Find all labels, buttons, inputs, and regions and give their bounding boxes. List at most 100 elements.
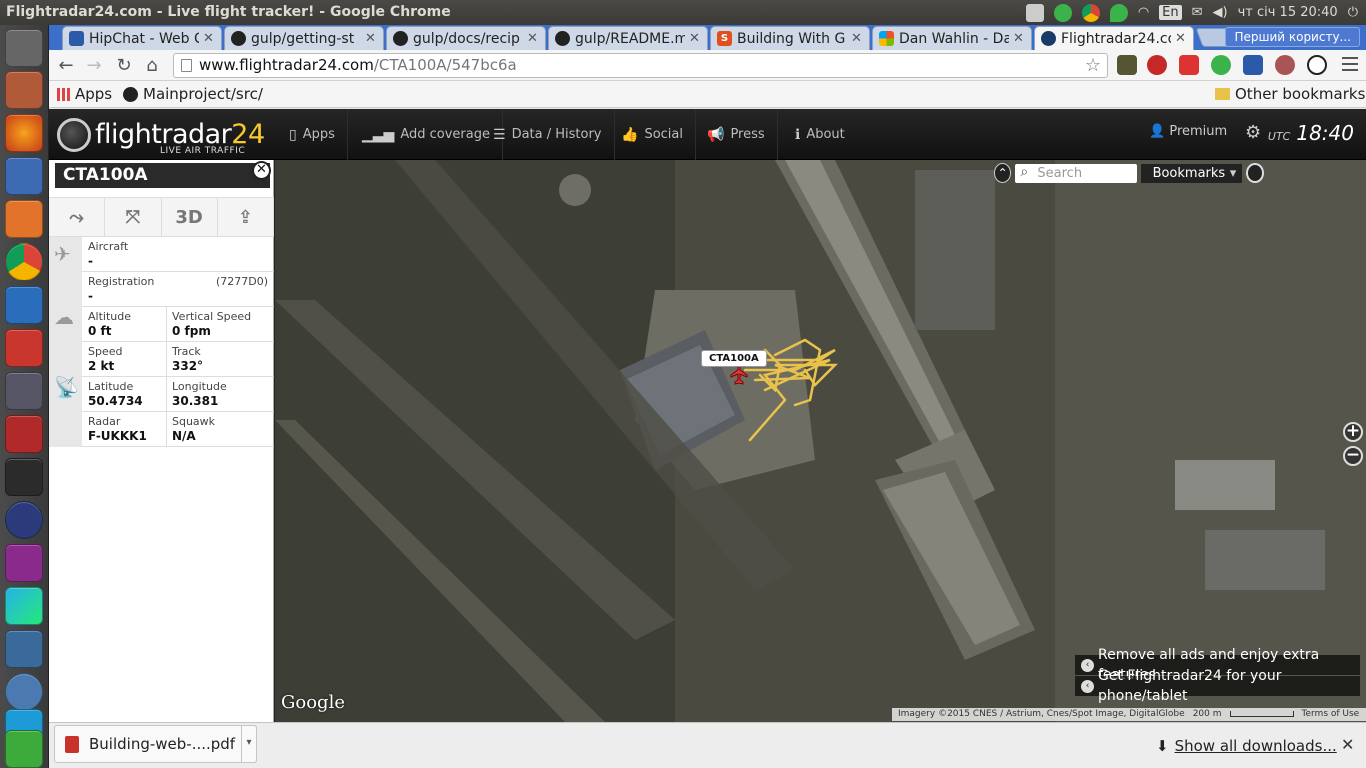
close-icon[interactable]: ✕	[1013, 31, 1027, 46]
extension-h-icon[interactable]	[1307, 55, 1327, 75]
keyboard-layout[interactable]: En	[1159, 5, 1182, 20]
tab-dan-wahlin[interactable]: Dan Wahlin - Da ✕	[872, 26, 1032, 50]
bookmark-mainproject[interactable]: Mainproject/src/	[123, 85, 263, 103]
tab-hipchat[interactable]: HipChat - Web C ✕	[62, 26, 222, 50]
maps-pin-icon[interactable]	[1109, 3, 1128, 22]
libreoffice-writer-icon[interactable]	[5, 286, 43, 324]
reload-button[interactable]: ↻	[113, 55, 135, 77]
altitude-label: Altitude	[88, 310, 131, 323]
clock-text[interactable]: чт січ 15 20:40	[1238, 5, 1338, 20]
get-app-banner[interactable]: ‹ Get Flightradar24 for your phone/tablet	[1075, 668, 1360, 704]
bookmark-star-icon[interactable]: ☆	[1085, 54, 1101, 77]
chevron-down-icon[interactable]: ▾	[241, 725, 257, 763]
system-monitor-icon[interactable]	[5, 630, 43, 668]
webstorm-icon[interactable]	[5, 587, 43, 625]
chrome-icon[interactable]	[5, 243, 43, 281]
history-clock-icon[interactable]	[1246, 163, 1264, 183]
aircraft-callsign-label[interactable]: CTA100A	[701, 350, 767, 367]
satellite-map[interactable]: CTA100A ⌃ Search Bookmarks + − ‹Remove a…	[275, 160, 1366, 722]
center-button[interactable]: ⤧	[105, 198, 162, 236]
gear-icon[interactable]: ⚙	[1245, 122, 1261, 143]
nav-label: Data / History	[511, 127, 602, 142]
extension-calendar-icon[interactable]	[1243, 55, 1263, 75]
close-icon[interactable]: ✕	[851, 31, 865, 46]
workspace-switcher-icon[interactable]	[5, 372, 43, 410]
mail-icon[interactable]: ✉	[1192, 5, 1203, 20]
extension-adblock-icon[interactable]	[1147, 55, 1167, 75]
firefox-icon[interactable]	[5, 114, 43, 152]
route-button[interactable]: ⤳	[49, 198, 106, 236]
map-search-bar: ⌃ Search Bookmarks	[994, 163, 1264, 183]
nav-label: Social	[644, 127, 683, 142]
software-center-icon[interactable]	[5, 200, 43, 238]
chrome-icon[interactable]	[1081, 3, 1100, 22]
keyboard-icon[interactable]	[1025, 3, 1044, 22]
chevron-left-icon: ‹	[1081, 679, 1094, 693]
tab-gulp-docs[interactable]: gulp/docs/recip ✕	[386, 26, 546, 50]
zoom-in-button[interactable]: +	[1343, 422, 1363, 442]
volume-icon[interactable]: ◀)	[1213, 5, 1228, 20]
quassel-icon[interactable]	[5, 673, 43, 711]
ubuntu-dash-icon[interactable]	[5, 29, 43, 67]
back-button[interactable]: ←	[55, 55, 77, 77]
home-button[interactable]: ⌂	[141, 55, 163, 77]
extension-cat-icon[interactable]	[1117, 55, 1137, 75]
nav-social[interactable]: 👍 Social	[609, 109, 696, 160]
close-icon[interactable]: ✕	[252, 161, 271, 180]
track-cell: Track 332°	[166, 342, 203, 376]
extension-icon[interactable]	[1275, 55, 1295, 75]
tab-building-with-gulp[interactable]: S Building With G ✕	[710, 26, 870, 50]
update-check-icon[interactable]	[1053, 3, 1072, 22]
search-input[interactable]: Search	[1015, 163, 1137, 183]
tab-flightradar24[interactable]: Flightradar24.co ✕	[1034, 26, 1194, 50]
chrome-menu-icon[interactable]	[1342, 57, 1358, 71]
address-bar[interactable]: www.flightradar24.com/CTA100A/547bc6a ☆	[173, 53, 1108, 78]
tab-gulp-readme[interactable]: gulp/README.m ✕	[548, 26, 708, 50]
wifi-icon[interactable]: ◠	[1138, 5, 1149, 20]
nav-press[interactable]: 📢 Press	[695, 109, 778, 160]
close-icon[interactable]: ✕	[1175, 31, 1189, 46]
app-icon-purple[interactable]	[5, 544, 43, 582]
chevron-up-icon[interactable]: ⌃	[994, 163, 1012, 183]
download-item[interactable]: Building-web-....pdf ▾	[54, 725, 257, 763]
thunderbird-icon[interactable]	[5, 157, 43, 195]
nav-about[interactable]: ℹ About	[783, 109, 857, 160]
close-icon[interactable]: ✕	[365, 31, 379, 46]
bookmark-other[interactable]: Other bookmarks	[1215, 85, 1365, 103]
fr24-logo[interactable]: flightradar24 LIVE AIR TRAFFIC	[57, 114, 265, 156]
vspeed-cell: Vertical Speed 0 fpm	[166, 307, 251, 341]
nav-data-history[interactable]: ☰ Data / History	[481, 109, 615, 160]
row-radar: Radar F-UKKK1 Squawk N/A	[82, 412, 274, 447]
close-icon[interactable]: ✕	[1341, 735, 1354, 754]
github-icon	[231, 31, 246, 46]
file-manager-icon[interactable]	[5, 71, 43, 109]
power-icon[interactable]: ⏻	[1348, 5, 1358, 20]
trash-icon[interactable]	[5, 730, 43, 768]
sd-card-icon[interactable]	[5, 415, 43, 453]
logo-text: flightradar24	[95, 121, 265, 149]
system-settings-icon[interactable]	[5, 329, 43, 367]
bookmarks-bar: Apps Mainproject/src/ Other bookmarks	[49, 81, 1366, 108]
close-icon[interactable]: ✕	[203, 31, 217, 46]
nav-apps[interactable]: ▯ Apps	[277, 109, 348, 160]
utc-clock: UTC 18:40	[1268, 121, 1354, 145]
bookmark-apps[interactable]: Apps	[57, 85, 112, 103]
close-icon[interactable]: ✕	[527, 31, 541, 46]
terms-link[interactable]: Terms of Use	[1302, 708, 1360, 721]
share-button[interactable]: ⇪	[218, 198, 274, 236]
url-path: /CTA100A/547bc6a	[373, 56, 517, 74]
close-icon[interactable]: ✕	[689, 31, 703, 46]
app-icon[interactable]	[5, 501, 43, 539]
download-filename: Building-web-....pdf	[89, 735, 236, 753]
tab-gulp-getting-started[interactable]: gulp/getting-st ✕	[224, 26, 384, 50]
extension-maps-icon[interactable]	[1211, 55, 1231, 75]
bookmarks-dropdown[interactable]: Bookmarks	[1140, 163, 1243, 183]
show-all-downloads-link[interactable]: ⬇ Show all downloads...	[1156, 737, 1337, 755]
zoom-out-button[interactable]: −	[1343, 446, 1363, 466]
profile-button[interactable]: Перший користу...	[1225, 27, 1360, 47]
3d-view-button[interactable]: 3D	[162, 198, 218, 236]
extension-gmail-icon[interactable]	[1179, 55, 1199, 75]
forward-button[interactable]: →	[83, 55, 105, 77]
premium-link[interactable]: 👤 Premium	[1149, 124, 1227, 139]
terminal-icon[interactable]	[5, 458, 43, 496]
